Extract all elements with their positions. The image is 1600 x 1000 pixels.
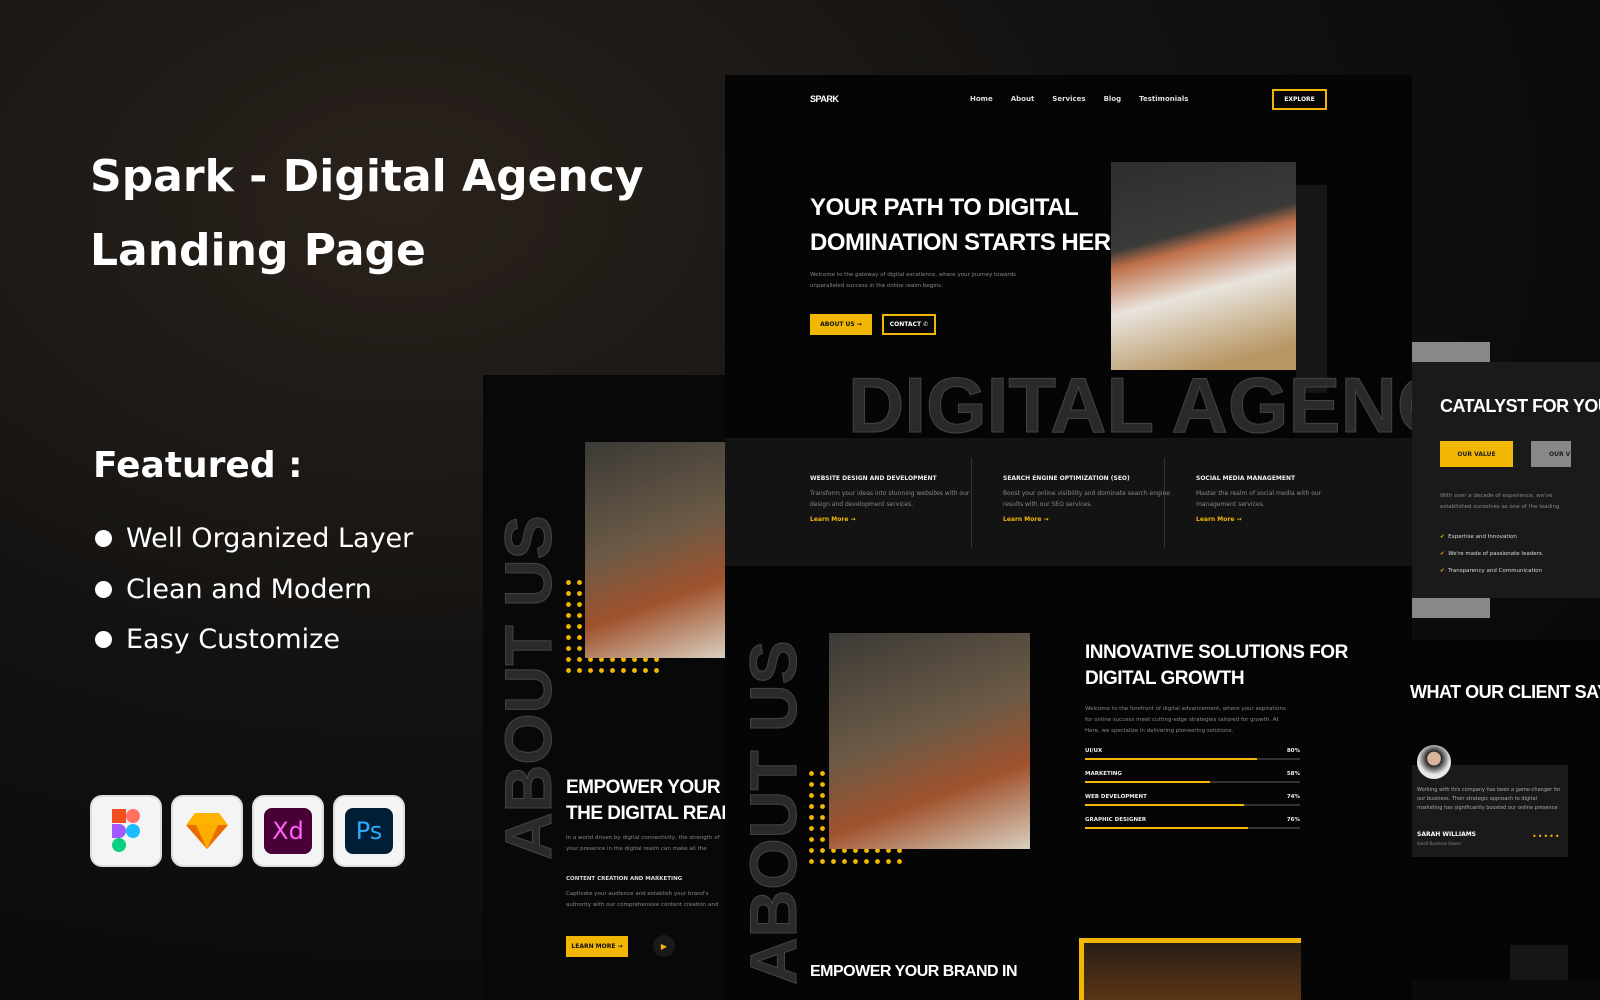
skill-fill bbox=[1085, 827, 1249, 829]
check-icon: ✔ bbox=[1440, 551, 1445, 557]
skill-bar: WEB DEVELOPMENT 74% bbox=[1085, 794, 1300, 806]
play-button[interactable]: ▶ bbox=[653, 935, 675, 957]
check-icon: ✔ bbox=[1440, 534, 1445, 540]
nav-blog[interactable]: Blog bbox=[1104, 95, 1122, 103]
nav-home[interactable]: Home bbox=[970, 95, 993, 103]
checklist: ✔ Expertise and Innovation ✔ We're made … bbox=[1440, 529, 1543, 580]
client-name: SARAH WILLIAMS bbox=[1417, 831, 1477, 838]
content-creation-text: Captivate your audience and establish yo… bbox=[566, 891, 719, 908]
about-watermark-2: ABOUT US bbox=[736, 640, 811, 986]
next-card bbox=[1510, 945, 1568, 980]
learn-more-link[interactable]: Learn More → bbox=[810, 516, 980, 523]
hero-text: Welcome to the gateway of digital excell… bbox=[810, 272, 1016, 289]
check-item: ✔ Transparency and Communication bbox=[1440, 568, 1542, 574]
feature-item: Well Organized Layer bbox=[95, 523, 413, 554]
innovative-text: Welcome to the forefront of digital adva… bbox=[1085, 706, 1286, 734]
promo-title: Spark - Digital Agency Landing Page bbox=[90, 151, 644, 276]
woman-photo-2 bbox=[829, 633, 1030, 849]
testimonial-quote: Working with this company has been a gam… bbox=[1417, 787, 1561, 811]
explore-button[interactable]: EXPLORE bbox=[1272, 89, 1327, 110]
skill-track bbox=[1085, 781, 1300, 783]
learn-more-link[interactable]: Learn More → bbox=[1003, 516, 1173, 523]
service-card: WEBSITE DESIGN AND DEVELOPMENT Transform … bbox=[810, 475, 980, 523]
skill-track bbox=[1085, 804, 1300, 806]
hero-title: YOUR PATH TO DIGITAL DOMINATION STARTS HE… bbox=[810, 194, 1127, 256]
nav-bar: Home About Services Blog Testimonials bbox=[970, 95, 1206, 103]
figma-icon bbox=[92, 797, 160, 865]
skill-label: GRAPHIC DESIGNER bbox=[1085, 817, 1147, 823]
empower-bottom-title: EMPOWER YOUR BRAND IN bbox=[810, 963, 1018, 980]
contact-button[interactable]: CONTACT ✆ bbox=[882, 314, 936, 335]
skill-label: UI/UX bbox=[1085, 748, 1103, 754]
catalyst-text: With over a decade of experience, we've … bbox=[1440, 493, 1560, 510]
phone-icon: ✆ bbox=[923, 321, 929, 328]
check-icon: ✔ bbox=[1440, 568, 1445, 574]
learn-more-button[interactable]: LEARN MORE → bbox=[566, 936, 628, 957]
nav-about[interactable]: About bbox=[1011, 95, 1035, 103]
man-photo bbox=[1111, 162, 1296, 370]
feature-item: Easy Customize bbox=[95, 624, 340, 655]
photo-strip bbox=[1412, 598, 1490, 618]
service-card: SEARCH ENGINE OPTIMIZATION (SEO) Boost yo… bbox=[1003, 475, 1173, 523]
tab-our-value[interactable]: OUR VALUE bbox=[1440, 441, 1513, 467]
feature-item: Clean and Modern bbox=[95, 574, 372, 605]
client-role: Small Business Owner bbox=[1417, 841, 1462, 846]
empower-text: In a world driven by digital connectivit… bbox=[566, 835, 720, 852]
client-avatar bbox=[1417, 745, 1451, 779]
nav-services[interactable]: Services bbox=[1052, 95, 1085, 103]
skill-percent: 80% bbox=[1286, 748, 1300, 754]
service-card: SOCIAL MEDIA MANAGEMENT Master the realm … bbox=[1196, 475, 1346, 523]
skill-fill bbox=[1085, 758, 1257, 760]
logo[interactable]: SPARK bbox=[810, 94, 839, 104]
skill-label: WEB DEVELOPMENT bbox=[1085, 794, 1147, 800]
check-item: ✔ We're made of passionate leaders. bbox=[1440, 551, 1544, 557]
skill-track bbox=[1085, 827, 1300, 829]
rating-dots: ••••• bbox=[1532, 832, 1561, 841]
check-item: ✔ Expertise and Innovation bbox=[1440, 534, 1517, 540]
sketch-icon bbox=[173, 797, 241, 865]
skill-bar: MARKETING 58% bbox=[1085, 771, 1300, 783]
skill-percent: 74% bbox=[1286, 794, 1300, 800]
testimonial-title: WHAT OUR CLIENT SAYS bbox=[1410, 682, 1600, 702]
catalyst-title: CATALYST FOR YOUR bbox=[1440, 396, 1600, 416]
featured-heading: Featured : bbox=[93, 445, 303, 486]
content-creation-heading: CONTENT CREATION AND MARKETING bbox=[566, 876, 683, 882]
skill-fill bbox=[1085, 781, 1210, 783]
skill-label: MARKETING bbox=[1085, 771, 1122, 777]
skill-track bbox=[1085, 758, 1300, 760]
skill-bar: UI/UX 80% bbox=[1085, 748, 1300, 760]
about-watermark: ABOUT US bbox=[491, 515, 566, 861]
skill-percent: 58% bbox=[1286, 771, 1300, 777]
skill-percent: 76% bbox=[1286, 817, 1300, 823]
skill-bar: GRAPHIC DESIGNER 76% bbox=[1085, 817, 1300, 829]
skill-fill bbox=[1085, 804, 1245, 806]
photoshop-icon: Ps bbox=[335, 797, 403, 865]
photo-strip bbox=[1412, 342, 1490, 362]
about-us-button[interactable]: ABOUT US → bbox=[810, 314, 872, 335]
xd-icon: Xd bbox=[254, 797, 322, 865]
nav-testimonials[interactable]: Testimonials bbox=[1139, 95, 1188, 103]
woman-photo bbox=[585, 442, 725, 658]
tab-our-vision[interactable]: OUR V bbox=[1531, 441, 1571, 467]
innovative-title: INNOVATIVE SOLUTIONS FOR DIGITAL GROWTH bbox=[1085, 642, 1348, 689]
empower-title: EMPOWER YOUR BRAND INTHE DIGITAL REALM bbox=[566, 777, 725, 824]
learn-more-link[interactable]: Learn More → bbox=[1196, 516, 1346, 523]
bottom-photo bbox=[1079, 938, 1301, 1000]
